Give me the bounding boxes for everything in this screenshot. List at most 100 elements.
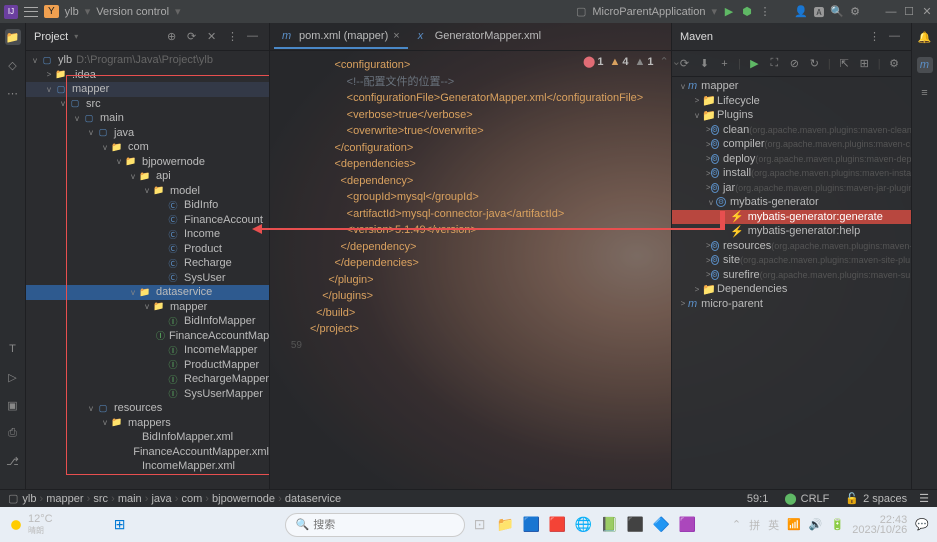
structure-tool-icon[interactable]: ⋯ — [5, 85, 21, 101]
breadcrumb-item[interactable]: java — [151, 493, 171, 505]
tree-item[interactable]: v▢main — [26, 111, 269, 126]
tray-wifi-icon[interactable]: 📶 — [787, 518, 801, 531]
app-icon-4[interactable]: ⬛ — [625, 514, 647, 536]
add-icon[interactable]: + — [718, 57, 731, 70]
bookmark-tool-icon[interactable]: ◇ — [5, 57, 21, 73]
search-icon[interactable]: 🔍 — [831, 6, 843, 18]
tree-item[interactable]: v📁api — [26, 169, 269, 184]
line-ending[interactable]: CRLF — [801, 493, 830, 505]
run-config[interactable]: MicroParentApplication — [592, 6, 705, 18]
tray-volume-icon[interactable]: 🔊 — [809, 518, 823, 531]
options-icon[interactable]: ⋮ — [227, 30, 241, 44]
tray-ime-icon[interactable]: 拼 — [749, 517, 760, 533]
weather-widget[interactable]: 12°C晴朗 — [8, 513, 53, 536]
start-icon[interactable]: ⊞ — [109, 514, 131, 536]
tree-item[interactable]: >📁.idea — [26, 68, 269, 83]
maven-item[interactable]: ⚡mybatis-generator:help — [672, 224, 911, 239]
maven-item[interactable]: >⚙deploy (org.apache.maven.plugins:maven… — [672, 152, 911, 167]
maven-item[interactable]: >⚙clean (org.apache.maven.plugins:maven-… — [672, 123, 911, 138]
intellij-taskbar-icon[interactable]: 🟪 — [677, 514, 699, 536]
editor-tab[interactable]: mpom.xml (mapper)× — [274, 25, 408, 49]
app-icon-3[interactable]: 📗 — [599, 514, 621, 536]
maven-item[interactable]: >⚙install (org.apache.maven.plugins:mave… — [672, 166, 911, 181]
tree-item[interactable]: v📁mappers — [26, 416, 269, 431]
maven-item[interactable]: vmmapper — [672, 79, 911, 94]
maven-item[interactable]: >⚙compiler (org.apache.maven.plugins:mav… — [672, 137, 911, 152]
notif-tool-icon[interactable]: 🔔 — [917, 29, 933, 45]
hide-icon[interactable]: — — [247, 30, 261, 44]
debug-icon[interactable]: ⬢ — [741, 6, 753, 18]
breadcrumb-item[interactable]: mapper — [46, 493, 83, 505]
db-tool-icon[interactable]: ≡ — [917, 85, 933, 101]
project-tool-icon[interactable]: 📁 — [5, 29, 21, 45]
tray-input-icon[interactable]: 英 — [768, 517, 779, 533]
app-icon-1[interactable]: 🟦 — [521, 514, 543, 536]
generate-icon[interactable]: ⬇ — [698, 57, 711, 70]
indent[interactable]: 2 spaces — [863, 493, 907, 505]
breadcrumb-item[interactable]: src — [93, 493, 108, 505]
project-name[interactable]: ylb — [65, 6, 79, 18]
debug-tool-icon[interactable]: ▣ — [5, 397, 21, 413]
tree-item[interactable]: v📁mapper — [26, 300, 269, 315]
edge-icon[interactable]: 🌐 — [573, 514, 595, 536]
reader-icon[interactable]: ☰ — [919, 492, 929, 505]
app-icon-2[interactable]: 🟥 — [547, 514, 569, 536]
search-input[interactable] — [313, 519, 453, 531]
explorer-icon[interactable]: 📁 — [495, 514, 517, 536]
close-icon[interactable]: ✕ — [921, 6, 933, 18]
taskbar-search[interactable]: 🔍 — [285, 513, 465, 537]
toggle-icon[interactable]: ⊘ — [788, 57, 801, 70]
tree-item[interactable]: ⒾProductMapper — [26, 358, 269, 373]
tray-notif-icon[interactable]: 💬 — [915, 518, 929, 531]
tree-item[interactable]: ⒾRechargeMapper — [26, 372, 269, 387]
tree-item[interactable]: ⒸIncome — [26, 227, 269, 242]
tree-item[interactable]: v▢mapper — [26, 82, 269, 97]
tree-root[interactable]: v▢ ylb D:\Program\Java\Project\ylb — [26, 53, 269, 68]
translate-icon[interactable]: 🅰 — [813, 6, 825, 18]
tree-item[interactable]: ⒸBidInfo — [26, 198, 269, 213]
show-icon[interactable]: ⊞ — [858, 57, 871, 70]
tree-item[interactable]: IncomeMapper.xml — [26, 459, 269, 474]
main-menu-icon[interactable] — [24, 7, 38, 17]
maven-hide-icon[interactable]: — — [889, 30, 903, 44]
settings-icon[interactable]: ⚙ — [849, 6, 861, 18]
collapse-icon[interactable]: ⟳ — [187, 30, 201, 44]
tree-item[interactable]: ⒸProduct — [26, 242, 269, 257]
tree-item[interactable]: ⒸFinanceAccount — [26, 213, 269, 228]
skip-icon[interactable]: ↻ — [808, 57, 821, 70]
tree-item[interactable]: v📁model — [26, 184, 269, 199]
editor-tab[interactable]: xGeneratorMapper.xml — [410, 25, 549, 49]
tree-item[interactable]: ⒾBidInfoMapper — [26, 314, 269, 329]
breadcrumb-item[interactable]: ylb — [22, 493, 36, 505]
tray-chevron-icon[interactable]: ⌃ — [732, 518, 741, 531]
maven-item[interactable]: >📁Dependencies — [672, 282, 911, 297]
maven-item[interactable]: >mmicro-parent — [672, 297, 911, 312]
maven-tool-icon[interactable]: m — [917, 57, 933, 73]
run-tool-icon[interactable]: ▷ — [5, 369, 21, 385]
maven-item[interactable]: >⚙site (org.apache.maven.plugins:maven-s… — [672, 253, 911, 268]
tree-item[interactable]: v📁com — [26, 140, 269, 155]
maven-item[interactable]: >📁Lifecycle — [672, 94, 911, 109]
tree-item[interactable]: ⒾIncomeMapper — [26, 343, 269, 358]
tree-item[interactable]: v📁dataservice — [26, 285, 269, 300]
tree-item[interactable]: ⒾFinanceAccountMapper — [26, 329, 269, 344]
breadcrumb-item[interactable]: dataservice — [285, 493, 341, 505]
terminal-tool-icon[interactable]: ⎙ — [5, 425, 21, 441]
build-tool-icon[interactable]: T — [5, 341, 21, 357]
tree-item[interactable]: ⒸSysUser — [26, 271, 269, 286]
tree-item[interactable]: v▢java — [26, 126, 269, 141]
tree-item[interactable]: FinanceAccountMapper.xml — [26, 445, 269, 460]
user-icon[interactable]: 👤 — [795, 6, 807, 18]
run-icon[interactable]: ▶ — [723, 6, 735, 18]
task-view-icon[interactable]: ⊡ — [469, 514, 491, 536]
tree-item[interactable]: BidInfoMapper.xml — [26, 430, 269, 445]
inspection-widget[interactable]: ⬤ 1 ▲ 4 ▲ 1 ⌃ ⌄ — [583, 55, 681, 68]
breadcrumb-item[interactable]: com — [181, 493, 202, 505]
maven-options-icon[interactable]: ⋮ — [869, 30, 883, 44]
app-icon-5[interactable]: 🔷 — [651, 514, 673, 536]
locate-icon[interactable]: ⊕ — [167, 30, 181, 44]
tree-item[interactable]: ⒸRecharge — [26, 256, 269, 271]
expand-icon[interactable]: ✕ — [207, 30, 221, 44]
maximize-icon[interactable]: ☐ — [903, 6, 915, 18]
code-editor[interactable]: <configuration> <!--配置文件的位置--> <configur… — [270, 51, 671, 489]
